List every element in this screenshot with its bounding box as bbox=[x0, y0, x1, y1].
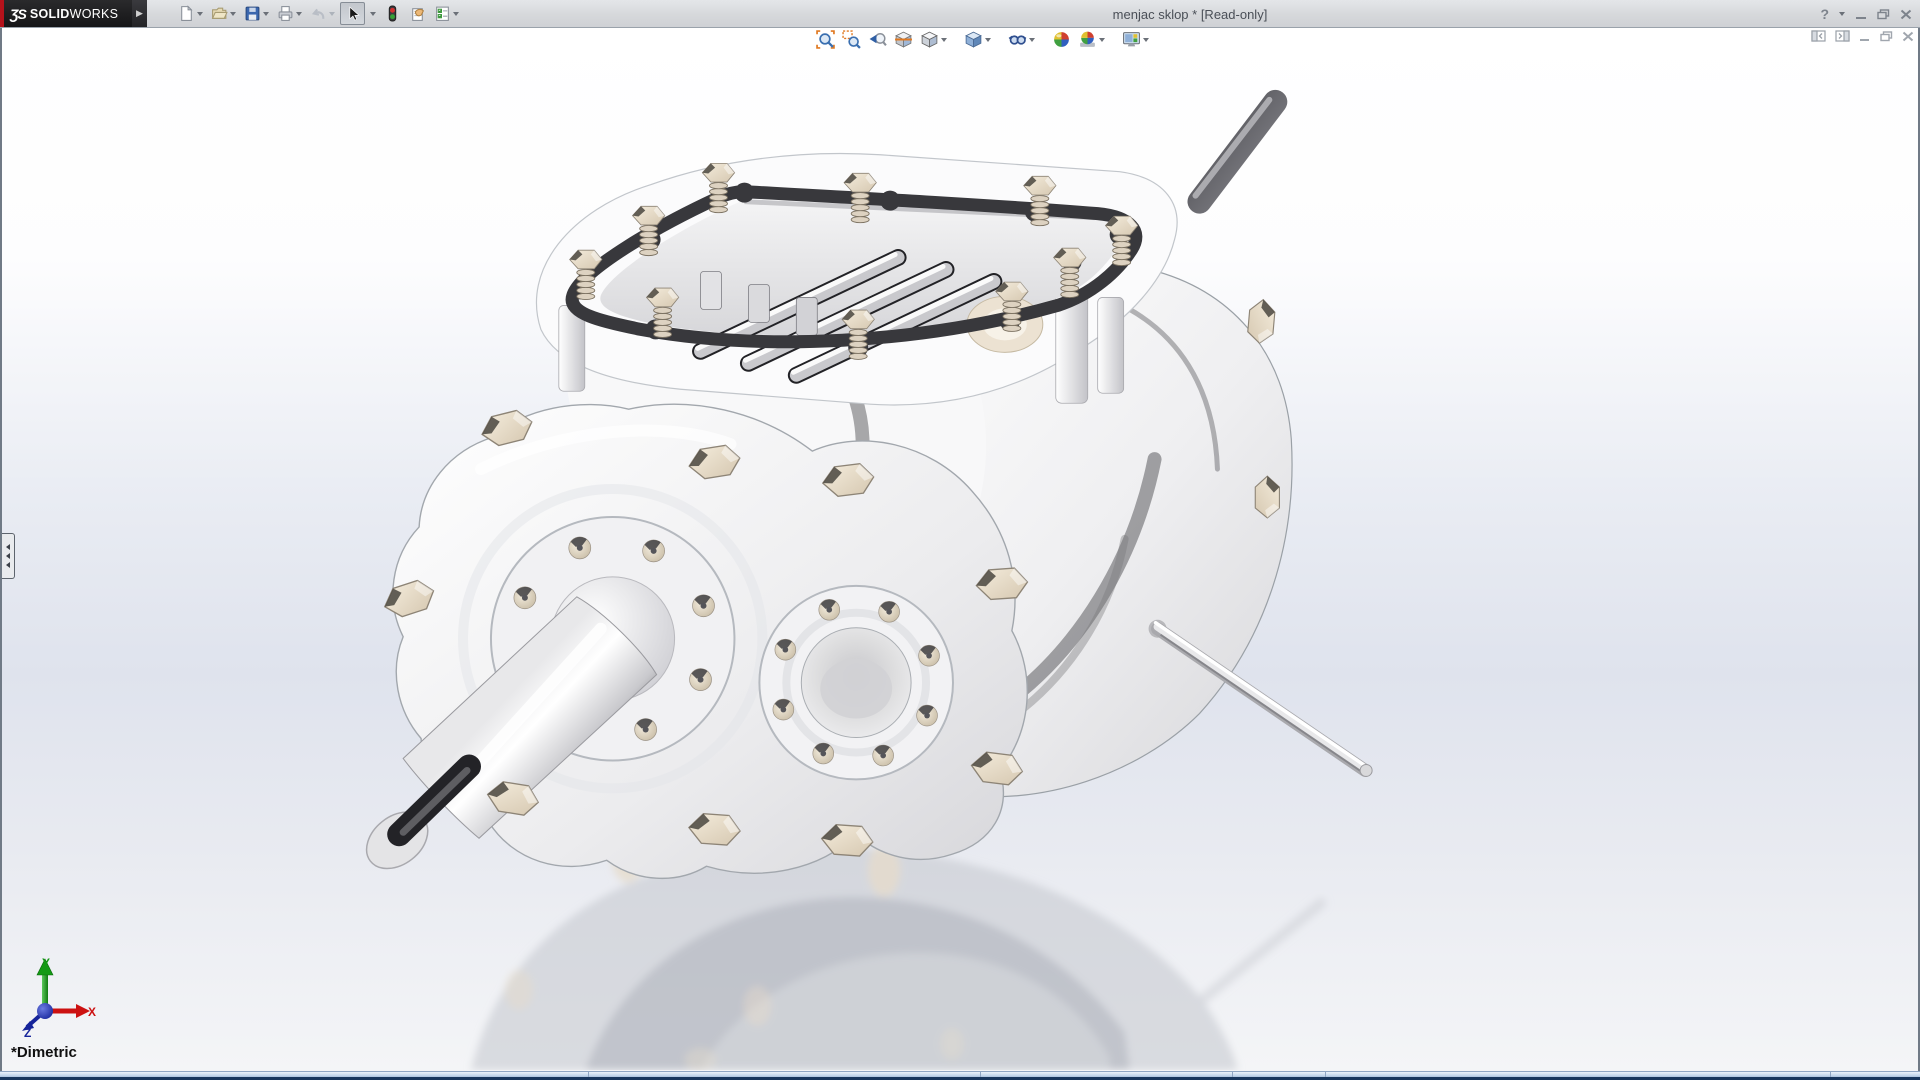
new-document-button[interactable] bbox=[175, 3, 206, 24]
help-flyout[interactable] bbox=[1839, 12, 1845, 16]
status-divider bbox=[1830, 1072, 1831, 1077]
hide-show-items-icon bbox=[1008, 30, 1027, 49]
status-divider bbox=[1232, 1072, 1233, 1077]
options-checklist-icon bbox=[434, 5, 451, 22]
display-style-icon bbox=[964, 30, 983, 49]
collapse-arrow-icon bbox=[6, 562, 10, 568]
menu-flyout-arrow[interactable]: ▶ bbox=[132, 0, 147, 27]
print-icon bbox=[277, 5, 294, 22]
select-tool-button[interactable] bbox=[340, 2, 365, 25]
status-divider bbox=[588, 1072, 589, 1077]
open-icon bbox=[211, 5, 228, 22]
undo-icon bbox=[310, 5, 327, 22]
edit-appearance-icon bbox=[1052, 30, 1071, 49]
rebuild-traffic-light-icon bbox=[384, 5, 401, 22]
front-flange bbox=[356, 404, 1029, 880]
view-orientation-button[interactable] bbox=[918, 29, 949, 50]
new-document-icon bbox=[178, 5, 195, 22]
print-button[interactable] bbox=[274, 3, 305, 24]
view-settings-icon bbox=[1122, 30, 1141, 49]
doc-close-button[interactable] bbox=[1902, 31, 1914, 42]
zoom-to-area-button[interactable] bbox=[840, 29, 863, 50]
brand-solid: SOLID bbox=[30, 7, 70, 21]
undo-button[interactable] bbox=[307, 3, 338, 24]
restore-button[interactable] bbox=[1877, 9, 1890, 20]
reference-triad[interactable]: Y X Z bbox=[12, 953, 96, 1037]
triad-x-label: X bbox=[88, 1005, 96, 1019]
document-window-controls bbox=[1811, 30, 1914, 42]
select-cursor-icon bbox=[344, 5, 361, 22]
apply-scene-button[interactable] bbox=[1076, 29, 1107, 50]
status-bar bbox=[0, 1071, 1920, 1080]
options-button[interactable] bbox=[431, 3, 462, 24]
file-properties-icon bbox=[409, 5, 426, 22]
brand-works: WORKS bbox=[70, 7, 119, 21]
hide-show-items-button[interactable] bbox=[1006, 29, 1037, 50]
solidworks-window: ƷS SOLIDWORKS ▶ bbox=[0, 0, 1920, 1080]
previous-view-button[interactable] bbox=[866, 29, 889, 50]
feature-manager-collapsed-tab[interactable] bbox=[2, 533, 15, 579]
open-button[interactable] bbox=[208, 3, 239, 24]
pane-left-toggle-icon[interactable] bbox=[1811, 30, 1826, 42]
display-style-button[interactable] bbox=[962, 29, 993, 50]
apply-scene-icon bbox=[1078, 30, 1097, 49]
doc-minimize-button[interactable] bbox=[1859, 31, 1871, 42]
view-orientation-label: *Dimetric bbox=[11, 1044, 77, 1061]
title-bar: ƷS SOLIDWORKS ▶ bbox=[0, 0, 1920, 28]
zoom-to-fit-button[interactable] bbox=[814, 29, 837, 50]
graphics-viewport: Y X Z *Dimetric bbox=[0, 28, 1920, 1071]
section-view-button[interactable] bbox=[892, 29, 915, 50]
status-divider bbox=[1325, 1072, 1326, 1077]
select-tool-flyout[interactable] bbox=[367, 10, 379, 18]
pane-right-toggle-icon[interactable] bbox=[1835, 30, 1850, 42]
collapse-arrow-icon bbox=[6, 544, 10, 550]
section-view-icon bbox=[894, 30, 913, 49]
triad-y-label: Y bbox=[42, 956, 50, 970]
doc-restore-button[interactable] bbox=[1880, 31, 1893, 42]
shift-lever-rod bbox=[1195, 100, 1275, 202]
view-settings-button[interactable] bbox=[1120, 29, 1151, 50]
help-button[interactable]: ? bbox=[1820, 6, 1829, 22]
rebuild-button[interactable] bbox=[381, 3, 404, 24]
standard-toolbar bbox=[175, 0, 462, 27]
previous-view-icon bbox=[868, 30, 887, 49]
edit-appearance-button[interactable] bbox=[1050, 29, 1073, 50]
graphics-area[interactable] bbox=[2, 28, 1918, 1070]
window-controls: ? bbox=[1820, 0, 1912, 28]
file-properties-button[interactable] bbox=[406, 3, 429, 24]
top-cover-assembly bbox=[536, 153, 1177, 404]
status-divider bbox=[980, 1072, 981, 1077]
solidworks-logo: ƷS SOLIDWORKS bbox=[4, 0, 132, 27]
view-orientation-icon bbox=[920, 30, 939, 49]
dassault-mark: ƷS bbox=[10, 6, 26, 22]
save-icon bbox=[244, 5, 261, 22]
collapse-arrow-icon bbox=[6, 553, 10, 559]
model-reflection bbox=[471, 834, 1321, 1070]
close-button[interactable] bbox=[1900, 9, 1912, 20]
minimize-button[interactable] bbox=[1855, 9, 1867, 20]
zoom-to-area-icon bbox=[842, 30, 861, 49]
heads-up-view-toolbar bbox=[814, 29, 1151, 50]
zoom-to-fit-icon bbox=[816, 30, 835, 49]
triad-z-label: Z bbox=[24, 1026, 31, 1037]
save-button[interactable] bbox=[241, 3, 272, 24]
model-gearbox-assembly[interactable] bbox=[356, 100, 1372, 880]
